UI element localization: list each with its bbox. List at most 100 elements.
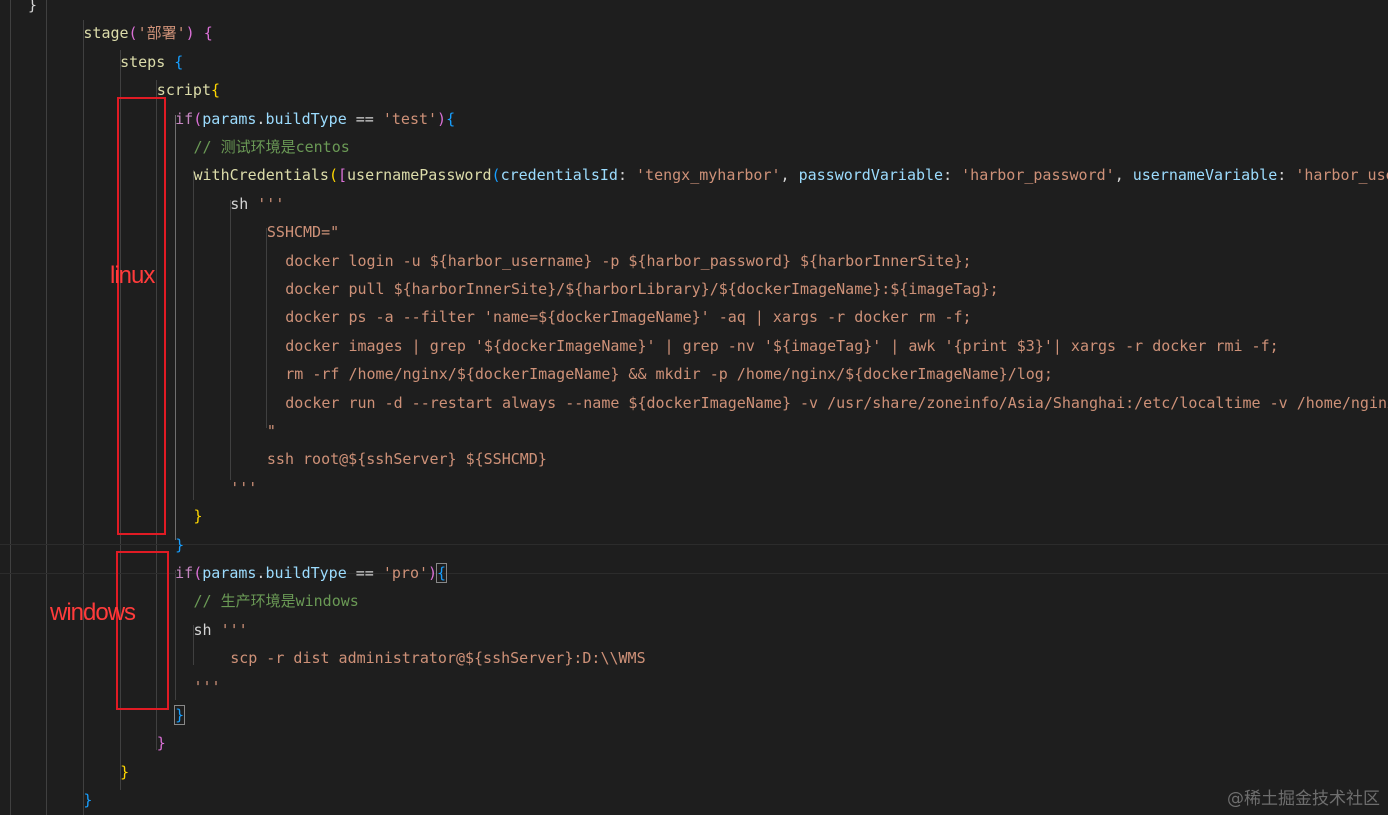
code-token: stage bbox=[83, 24, 129, 43]
code-token: buildType bbox=[265, 564, 347, 582]
code-token: SSHCMD=" bbox=[266, 223, 340, 242]
code-editor[interactable]: } stage('部署') {steps {script{if(params.bu… bbox=[0, 0, 1388, 815]
code-token: 'test' bbox=[382, 109, 438, 128]
code-token: == bbox=[346, 564, 383, 582]
indent-guide bbox=[175, 570, 176, 700]
code-line[interactable]: stage('部署') { bbox=[83, 19, 212, 47]
code-line[interactable]: scp -r dist administrator@${sshServer}:D… bbox=[230, 644, 645, 672]
code-token: } bbox=[174, 705, 186, 725]
code-line[interactable]: // 测试环境是centos bbox=[194, 133, 350, 161]
code-token: sh bbox=[193, 620, 221, 639]
indent-guide bbox=[83, 20, 84, 815]
code-token: ''' bbox=[220, 620, 248, 639]
code-token: // 测试环境是centos bbox=[193, 138, 350, 156]
code-line[interactable]: docker images | grep '${dockerImageName}… bbox=[285, 332, 1278, 360]
code-token: , bbox=[780, 166, 799, 185]
code-line[interactable]: ''' bbox=[230, 474, 257, 502]
code-line[interactable]: } bbox=[120, 758, 129, 786]
code-line[interactable]: if(params.buildType == 'pro'){ bbox=[175, 559, 448, 587]
code-line[interactable]: ssh root@${sshServer} ${SSHCMD} bbox=[267, 445, 547, 473]
code-token: ) bbox=[437, 109, 447, 128]
code-line[interactable]: " bbox=[267, 417, 276, 445]
code-token: docker run -d --restart always --name ${… bbox=[285, 393, 1388, 412]
code-token: } bbox=[83, 791, 93, 810]
code-line[interactable]: docker run -d --restart always --name ${… bbox=[285, 389, 1388, 417]
code-line[interactable]: } bbox=[10, 0, 37, 19]
code-line[interactable]: } bbox=[174, 701, 186, 729]
code-line[interactable]: } bbox=[194, 502, 203, 530]
code-token: ) bbox=[185, 24, 195, 43]
code-token: withCredentials bbox=[193, 166, 329, 185]
code-line[interactable]: SSHCMD=" bbox=[267, 218, 339, 246]
code-token: } bbox=[156, 734, 166, 753]
code-token: : bbox=[617, 166, 637, 185]
code-line[interactable]: withCredentials([usernamePassword(creden… bbox=[194, 161, 1388, 189]
code-token: : bbox=[943, 166, 962, 185]
code-token: ''' bbox=[193, 677, 221, 696]
code-token: // 生产环境是windows bbox=[193, 592, 359, 611]
code-token: ssh root@${sshServer} ${SSHCMD} bbox=[266, 450, 547, 469]
code-token: 'pro' bbox=[382, 564, 429, 582]
code-line[interactable]: } bbox=[175, 531, 184, 559]
code-line[interactable]: sh ''' bbox=[194, 616, 248, 644]
code-token: { bbox=[210, 81, 221, 100]
code-token: usernameVariable bbox=[1132, 166, 1278, 185]
code-token: if bbox=[175, 564, 194, 582]
code-token: ''' bbox=[230, 478, 258, 497]
code-token: usernamePassword bbox=[347, 166, 492, 185]
code-token: 'harbor_username' bbox=[1295, 166, 1388, 185]
code-line[interactable]: } bbox=[83, 786, 92, 814]
code-token: ( bbox=[491, 166, 501, 185]
code-token: params bbox=[202, 564, 257, 582]
code-token: == bbox=[346, 109, 383, 128]
code-token: [ bbox=[338, 166, 348, 185]
code-line[interactable]: if(params.buildType == 'test'){ bbox=[175, 105, 455, 133]
code-token: buildType bbox=[265, 109, 347, 128]
indent-guide bbox=[10, 0, 11, 815]
code-line[interactable]: docker pull ${harborInnerSite}/${harborL… bbox=[285, 275, 998, 303]
code-line[interactable]: docker ps -a --filter 'name=${dockerImag… bbox=[285, 303, 971, 331]
code-token: : bbox=[1277, 166, 1296, 185]
code-line[interactable]: rm -rf /home/nginx/${dockerImageName} &&… bbox=[285, 360, 1053, 388]
code-token: { bbox=[174, 52, 184, 71]
code-token: ( bbox=[128, 24, 138, 43]
code-token: docker login -u ${harbor_username} -p ${… bbox=[285, 251, 972, 270]
linux-annotation-label: linux bbox=[110, 262, 155, 289]
code-token: ( bbox=[193, 109, 203, 128]
code-token: ( bbox=[328, 166, 338, 185]
windows-annotation-label: windows bbox=[50, 599, 136, 626]
code-token: passwordVariable bbox=[798, 166, 944, 185]
code-token: docker ps -a --filter 'name=${dockerImag… bbox=[285, 308, 972, 327]
indent-guide bbox=[230, 200, 231, 480]
code-token: " bbox=[266, 422, 276, 440]
indent-guide bbox=[46, 0, 47, 815]
code-line[interactable]: // 生产环境是windows bbox=[194, 587, 359, 615]
code-token: { bbox=[203, 24, 213, 43]
code-token: { bbox=[436, 563, 448, 583]
code-token: credentialsId bbox=[500, 166, 618, 185]
code-token: ) bbox=[428, 564, 438, 582]
indent-guide bbox=[193, 170, 194, 500]
code-line[interactable]: ''' bbox=[194, 673, 221, 701]
code-token: } bbox=[120, 762, 130, 781]
code-token: { bbox=[446, 109, 456, 128]
code-line[interactable]: } bbox=[157, 729, 166, 757]
code-token: } bbox=[193, 507, 203, 526]
code-token: ( bbox=[193, 564, 203, 582]
code-token: scp -r dist administrator@${sshServer}:D… bbox=[230, 649, 646, 668]
code-token: 'tengx_myharbor' bbox=[636, 166, 781, 185]
code-token: sh bbox=[230, 194, 258, 213]
code-line[interactable]: script{ bbox=[157, 76, 220, 104]
code-token: rm -rf /home/nginx/${dockerImageName} &&… bbox=[285, 365, 1053, 384]
code-token: docker pull ${harborInnerSite}/${harborL… bbox=[285, 280, 999, 298]
code-token: params bbox=[202, 109, 257, 128]
code-line[interactable]: steps { bbox=[120, 48, 183, 76]
code-line[interactable]: docker login -u ${harbor_username} -p ${… bbox=[285, 247, 971, 275]
code-token: if bbox=[175, 109, 194, 128]
code-token: } bbox=[175, 535, 185, 554]
indent-guide bbox=[175, 115, 176, 540]
code-line[interactable]: sh ''' bbox=[230, 190, 284, 218]
code-token: docker images | grep '${dockerImageName}… bbox=[285, 336, 1279, 355]
